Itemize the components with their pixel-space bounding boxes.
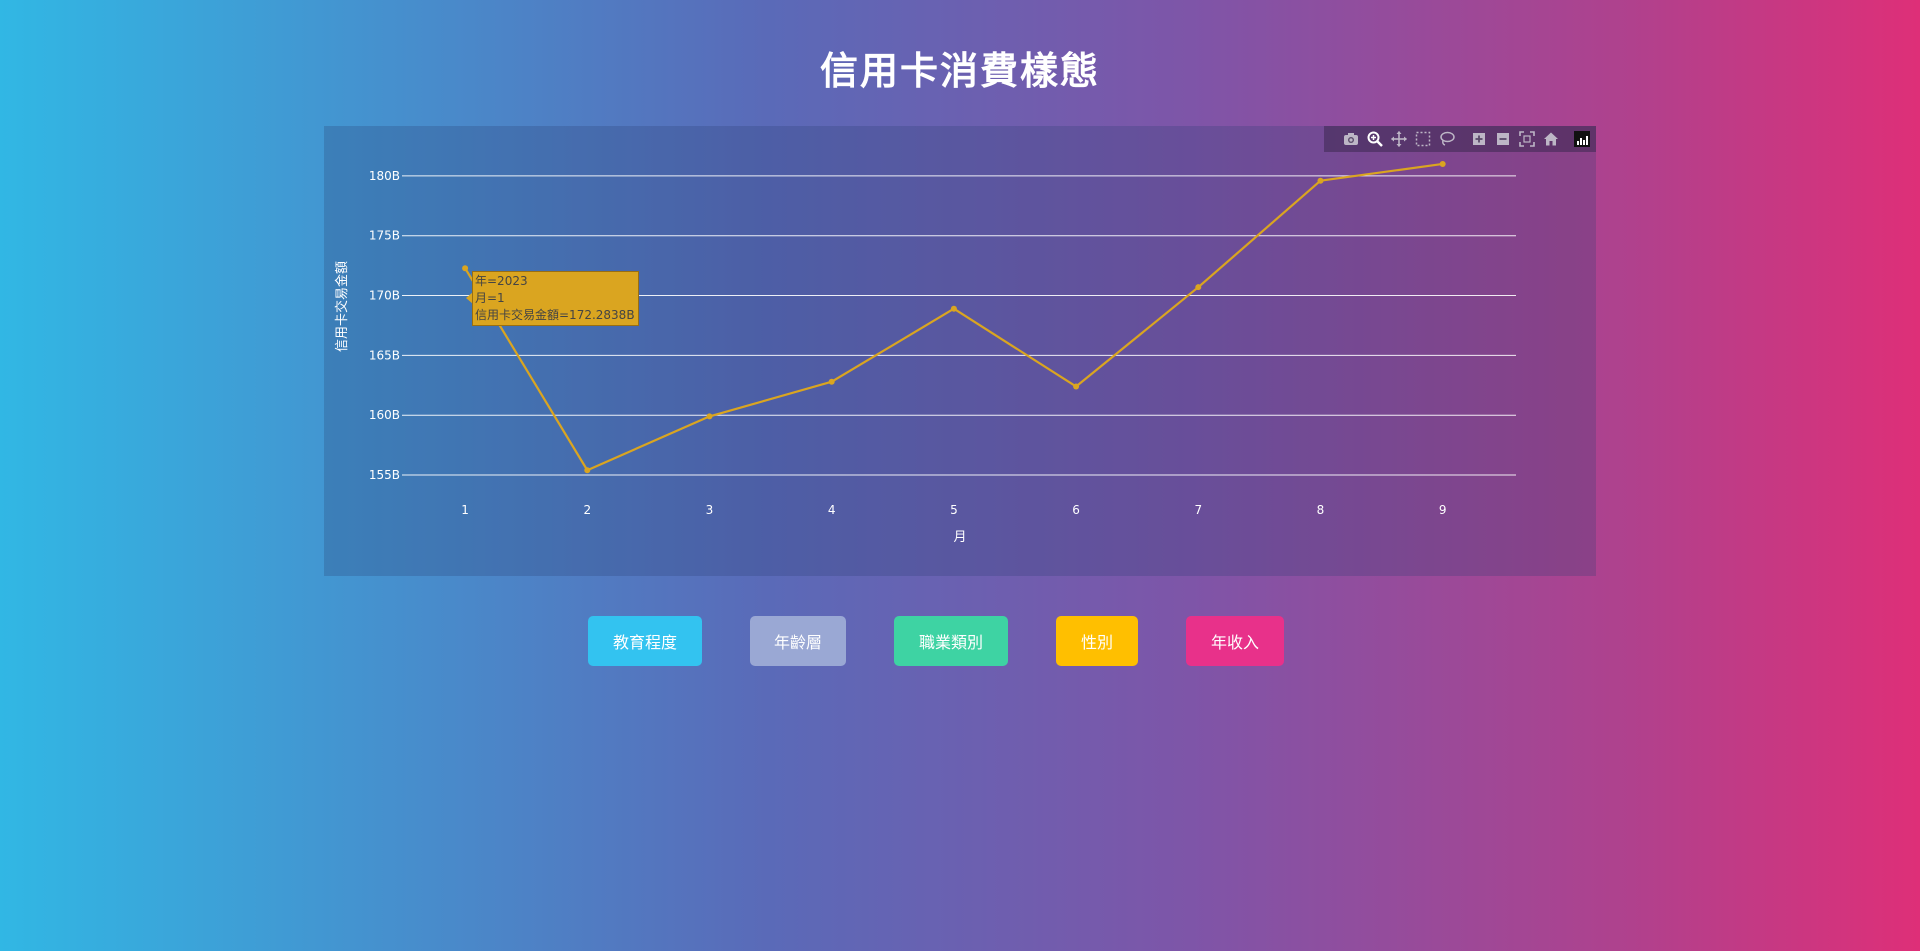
data-point <box>1195 284 1202 291</box>
zoom-in-icon[interactable] <box>1470 130 1488 148</box>
tooltip-line-month: 月=1 <box>475 291 505 305</box>
data-point <box>1439 160 1446 167</box>
x-tick-label: 6 <box>1072 503 1080 517</box>
y-tick-label: 160B <box>369 408 400 422</box>
filter-button-row: 教育程度 年齡層 職業類別 性別 年收入 <box>0 616 1920 666</box>
data-point <box>950 305 957 312</box>
occupation-button[interactable]: 職業類別 <box>894 616 1008 666</box>
y-tick-label: 180B <box>369 169 400 183</box>
data-point <box>1073 383 1080 390</box>
line-chart[interactable]: 155B 160B 165B 170B 175B 180B 1 2 3 4 5 6 7 8 9 月 信用卡交易金… <box>324 126 1596 576</box>
chart-modebar <box>1324 126 1596 152</box>
camera-icon[interactable] <box>1342 130 1360 148</box>
x-axis-title: 月 <box>953 530 966 545</box>
data-point <box>706 413 713 420</box>
pan-icon[interactable] <box>1390 130 1408 148</box>
zoom-out-icon[interactable] <box>1494 130 1512 148</box>
x-tick-label: 8 <box>1317 503 1325 517</box>
tooltip-line-year: 年=2023 <box>475 274 528 288</box>
data-point <box>584 467 591 474</box>
annual-income-button[interactable]: 年收入 <box>1186 616 1284 666</box>
x-tick-label: 5 <box>950 503 958 517</box>
plotly-logo-icon[interactable] <box>1574 131 1590 147</box>
lasso-icon[interactable] <box>1438 130 1456 148</box>
gender-button[interactable]: 性別 <box>1056 616 1138 666</box>
tooltip-line-amount: 信用卡交易金額=172.2838B <box>475 308 635 322</box>
x-tick-label: 1 <box>461 503 469 517</box>
y-tick-label: 175B <box>369 229 400 243</box>
x-tick-label: 3 <box>706 503 714 517</box>
y-tick-label: 155B <box>369 468 400 482</box>
box-select-icon[interactable] <box>1414 130 1432 148</box>
x-tick-label: 7 <box>1194 503 1202 517</box>
data-point <box>462 265 469 272</box>
autoscale-icon[interactable] <box>1518 130 1536 148</box>
x-tick-label: 4 <box>828 503 836 517</box>
education-button[interactable]: 教育程度 <box>588 616 702 666</box>
page-title: 信用卡消費樣態 <box>819 49 1100 93</box>
hover-tooltip: 年=2023 月=1 信用卡交易金額=172.2838B <box>472 271 639 326</box>
y-axis-title: 信用卡交易金額 <box>334 261 350 352</box>
chart-panel[interactable]: 155B 160B 165B 170B 175B 180B 1 2 3 4 5 6 7 8 9 月 信用卡交易金… <box>324 126 1596 576</box>
x-tick-label: 2 <box>583 503 591 517</box>
zoom-icon[interactable] <box>1366 130 1384 148</box>
age-group-button[interactable]: 年齡層 <box>750 616 846 666</box>
data-point <box>828 378 835 385</box>
y-tick-label: 170B <box>369 289 400 303</box>
y-tick-label: 165B <box>369 348 400 362</box>
reset-axes-icon[interactable] <box>1542 130 1560 148</box>
data-point <box>1317 177 1324 184</box>
x-tick-label: 9 <box>1439 503 1447 517</box>
